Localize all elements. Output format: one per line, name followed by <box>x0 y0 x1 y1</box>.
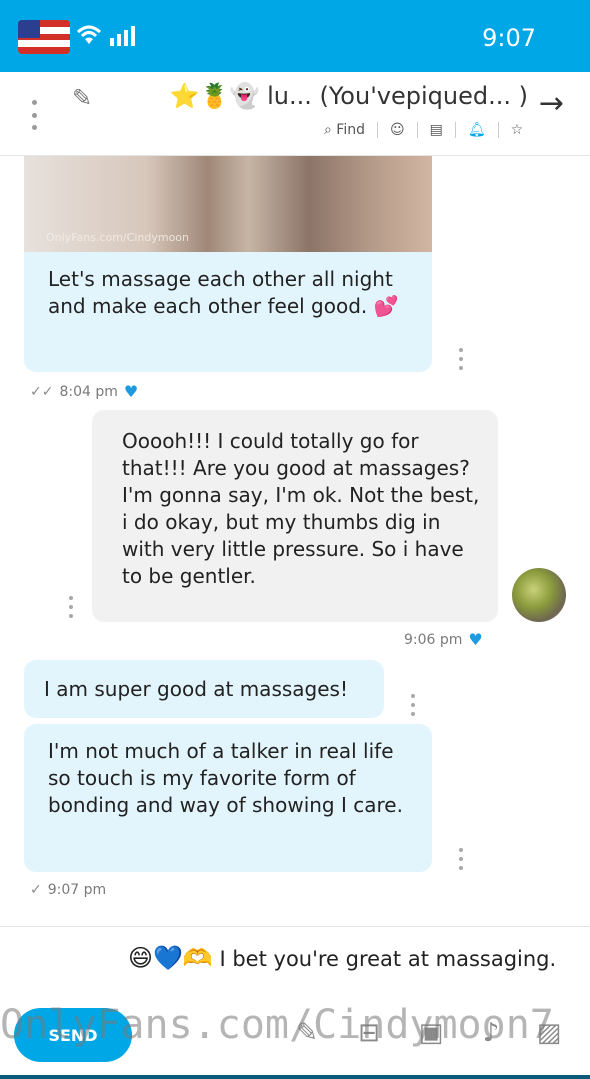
heart-icon[interactable]: ♥ <box>124 382 138 401</box>
message-meta: 9:06 pm ♥ <box>404 630 483 649</box>
divider <box>454 122 456 138</box>
message-time: 8:04 pm <box>59 383 118 400</box>
compose-emojis: 😄💙🫶 <box>128 944 213 972</box>
chat-title[interactable]: ⭐🍍👻 lu... (You'vepiqued... ) <box>118 82 528 110</box>
divider <box>416 122 418 138</box>
divider <box>376 122 378 138</box>
pencil-icon[interactable]: ✎ <box>72 84 92 112</box>
message-time: 9:07 pm <box>47 882 107 898</box>
vault-icon[interactable]: ▣ <box>414 1018 448 1052</box>
message-menu-icon[interactable] <box>410 694 416 716</box>
photo-watermark: OnlyFans.com/Cindymoon <box>46 231 189 244</box>
wifi-icon <box>76 24 102 52</box>
us-flag-icon <box>18 20 70 54</box>
bell-icon[interactable]: 🔔︎ <box>468 122 486 138</box>
chat-header: ✎ ⭐🍍👻 lu... (You'vepiqued... ) → ⌕ Find … <box>0 72 590 156</box>
divider <box>497 122 499 138</box>
emoji-icon[interactable]: ☺ <box>390 122 405 138</box>
message-meta: ✓✓ 8:04 pm ♥ <box>30 382 138 401</box>
message-text: I'm not much of a talker in real life so… <box>48 739 403 817</box>
sent-check-icon: ✓ <box>30 882 42 898</box>
tag-icon[interactable]: ✎ <box>290 1018 324 1052</box>
message-menu-icon[interactable] <box>68 596 74 618</box>
message-meta: ✓ 9:07 pm <box>30 882 106 898</box>
avatar[interactable] <box>512 568 566 622</box>
image-icon[interactable]: ▨ <box>532 1018 566 1052</box>
message-time: 9:06 pm <box>404 631 463 648</box>
message-photo[interactable]: OnlyFans.com/Cindymoon <box>24 156 432 252</box>
heart-icon[interactable]: ♥ <box>468 630 482 649</box>
message-text: Ooooh!!! I could totally go for that!!! … <box>122 429 480 588</box>
status-bar: 9:07 <box>0 0 590 72</box>
message-menu-icon[interactable] <box>458 848 464 870</box>
message-menu-icon[interactable] <box>458 348 464 370</box>
divider <box>0 1075 590 1079</box>
message-input[interactable]: 😄💙🫶 I bet you're great at massaging. <box>128 944 574 972</box>
find-button[interactable]: ⌕ Find <box>324 122 365 138</box>
message-text: I am super good at massages! <box>44 677 348 701</box>
find-label: Find <box>336 122 365 138</box>
kebab-icon[interactable] <box>28 100 40 130</box>
header-toolbar: ⌕ Find ☺ ▤ 🔔︎ ☆ <box>324 122 523 138</box>
arrow-icon[interactable]: → <box>539 86 564 121</box>
note-icon[interactable]: ▤ <box>430 122 443 138</box>
send-button[interactable]: SEND <box>14 1008 132 1062</box>
status-time: 9:07 <box>482 24 536 52</box>
signal-icon <box>108 24 138 52</box>
read-check-icon: ✓✓ <box>30 383 54 400</box>
status-icons <box>76 24 138 52</box>
price-icon[interactable]: ⊟ <box>352 1018 386 1052</box>
compose-value: I bet you're great at massaging. <box>219 947 557 971</box>
message-text: Let's massage each other all night and m… <box>48 267 399 318</box>
mic-icon[interactable]: ♪ <box>474 1018 508 1052</box>
composer-toolbar: SEND ✎ ⊟ ▣ ♪ ▨ <box>0 1000 590 1079</box>
divider <box>0 926 590 927</box>
star-icon[interactable]: ☆ <box>511 122 524 138</box>
